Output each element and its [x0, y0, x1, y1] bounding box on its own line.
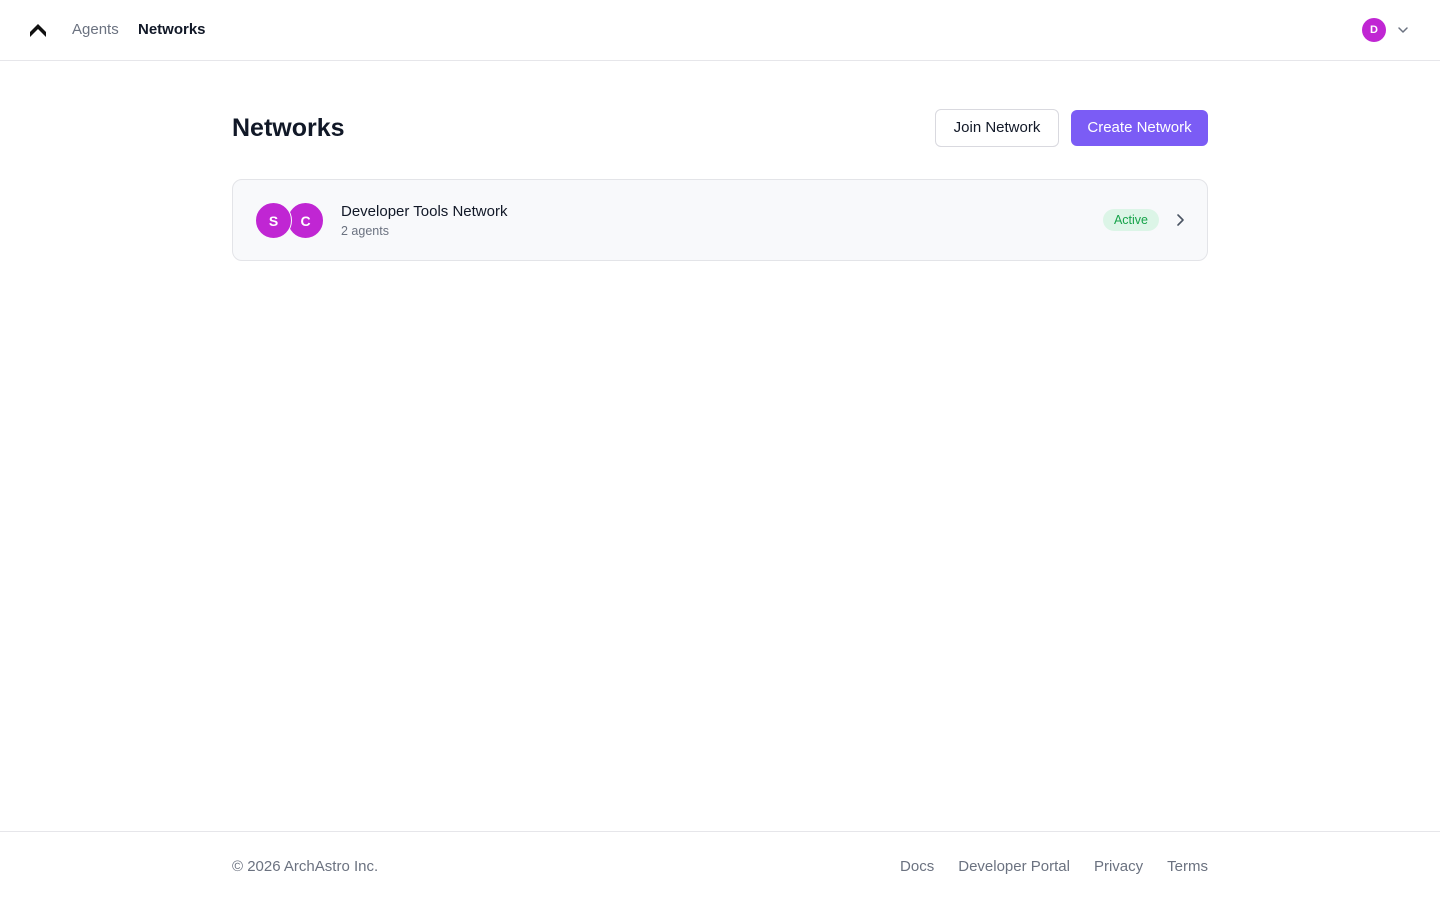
- footer-link-privacy[interactable]: Privacy: [1094, 857, 1143, 877]
- network-agent-count: 2 agents: [341, 224, 389, 238]
- top-navigation-bar: Agents Networks D: [0, 0, 1440, 61]
- archastro-logo-icon[interactable]: [28, 20, 48, 40]
- footer: © 2026 ArchAstro Inc. Docs Developer Por…: [0, 831, 1440, 900]
- status-badge: Active: [1103, 209, 1159, 231]
- chevron-right-icon[interactable]: [1173, 212, 1187, 228]
- nav-agents-link[interactable]: Agents: [72, 20, 119, 40]
- user-avatar[interactable]: D: [1362, 18, 1386, 42]
- create-network-button[interactable]: Create Network: [1071, 110, 1208, 146]
- network-name: Developer Tools Network: [341, 203, 508, 220]
- agent-avatar-stack: S C: [255, 202, 325, 240]
- footer-links: Docs Developer Portal Privacy Terms: [900, 857, 1208, 877]
- network-card[interactable]: S C Developer Tools Network 2 agents Act…: [232, 179, 1208, 261]
- footer-link-docs[interactable]: Docs: [900, 857, 934, 877]
- agent-avatar: C: [287, 202, 324, 239]
- agent-avatar: S: [255, 202, 292, 239]
- copyright-text: © 2026 ArchAstro Inc.: [232, 858, 379, 875]
- footer-link-terms[interactable]: Terms: [1167, 857, 1208, 877]
- page-title: Networks: [232, 114, 345, 142]
- user-menu[interactable]: D: [1362, 18, 1410, 42]
- footer-link-developer-portal[interactable]: Developer Portal: [958, 857, 1070, 877]
- chevron-down-icon[interactable]: [1396, 23, 1410, 37]
- join-network-button[interactable]: Join Network: [935, 109, 1059, 147]
- nav-networks-link[interactable]: Networks: [138, 20, 206, 40]
